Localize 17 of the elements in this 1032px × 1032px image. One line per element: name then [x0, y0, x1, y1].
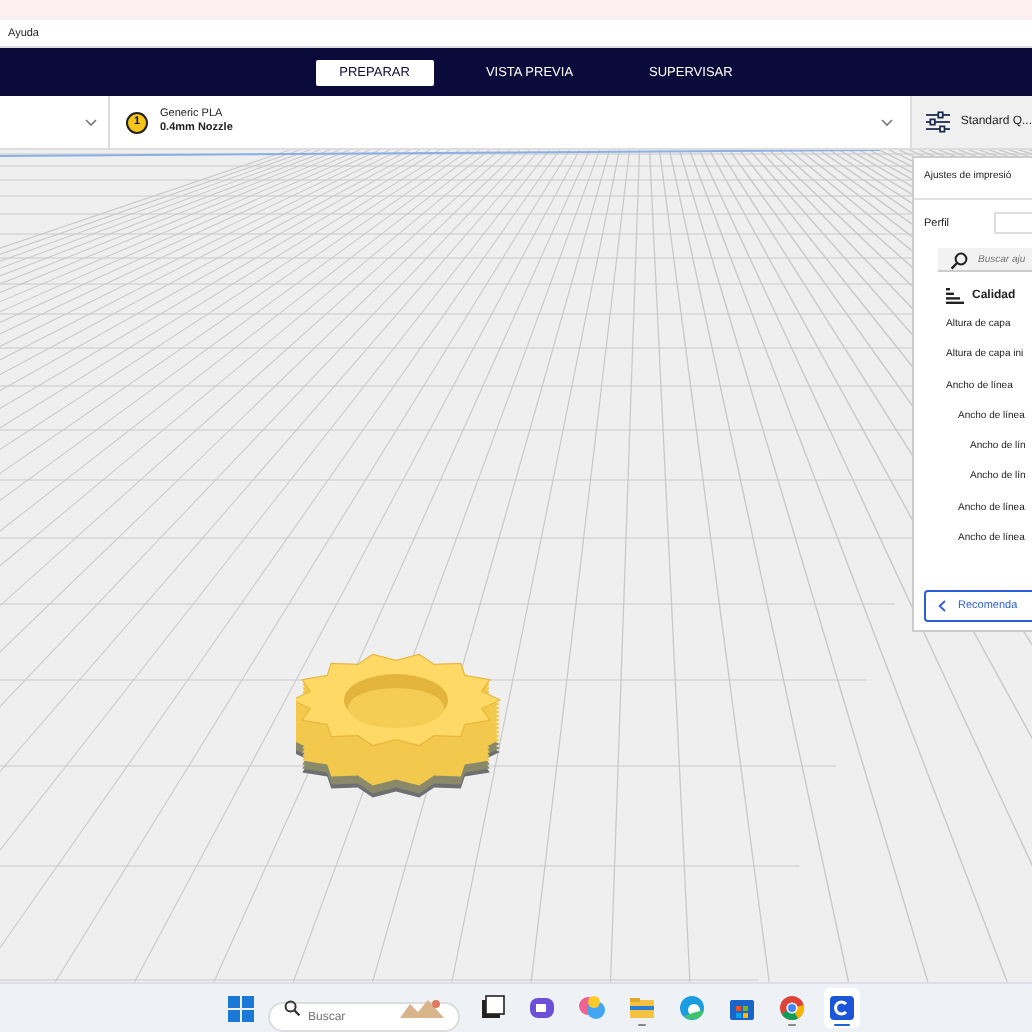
- browser-swirl-icon: [678, 994, 706, 1022]
- window-stack-icon: [478, 994, 506, 1022]
- quality-icon: [946, 288, 964, 304]
- chevron-down-icon: [84, 117, 98, 127]
- app-logo-icon: [828, 994, 856, 1022]
- taskbar-app[interactable]: [824, 988, 860, 1028]
- search-icon: [284, 1000, 300, 1016]
- chevron-left-icon: [938, 600, 946, 612]
- landscape-icon: [400, 998, 444, 1018]
- circle-logo-icon: [778, 994, 806, 1022]
- windows-icon: [228, 995, 254, 1021]
- chevron-down-icon: [880, 117, 894, 127]
- store-icon: [728, 994, 756, 1022]
- folder-icon: [628, 994, 656, 1022]
- search-icon: [950, 251, 968, 269]
- sliders-icon: [926, 110, 951, 134]
- chat-icon: [528, 994, 556, 1022]
